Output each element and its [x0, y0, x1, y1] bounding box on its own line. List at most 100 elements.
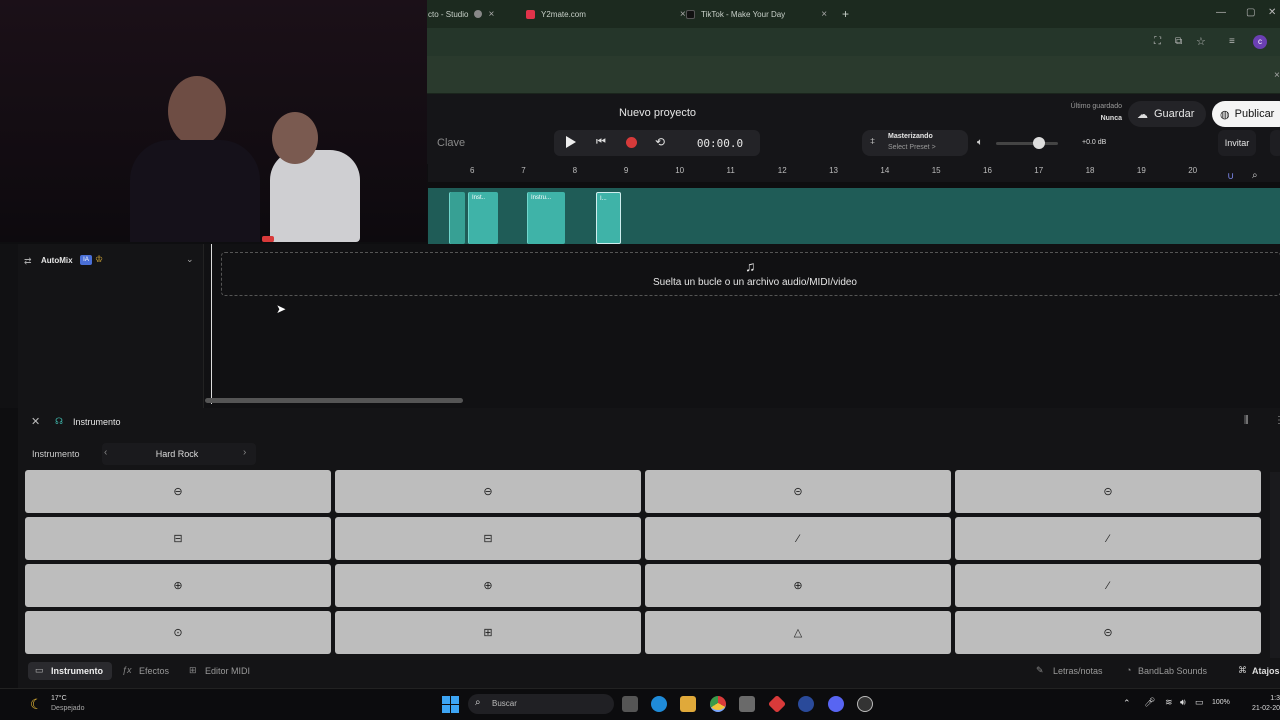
volume-slider[interactable] — [996, 142, 1058, 145]
clip-region[interactable] — [449, 192, 465, 244]
drum-pad[interactable]: ⊖ — [25, 470, 331, 513]
tab-efectos[interactable]: Efectos — [139, 666, 169, 676]
drum-pad[interactable]: ⊕ — [335, 564, 641, 607]
ruler-tick-label: 14 — [880, 166, 890, 175]
close-icon[interactable]: × — [488, 9, 494, 20]
tab-letras[interactable]: Letras/notas — [1053, 666, 1103, 676]
chevron-right-icon[interactable]: › — [243, 447, 246, 458]
ruler-tick-label: 10 — [675, 166, 685, 175]
invite-button[interactable]: Invitar — [1218, 130, 1256, 156]
app-icon[interactable] — [798, 696, 814, 712]
chevron-left-icon[interactable]: ‹ — [104, 447, 107, 458]
tab-atajos[interactable]: Atajos — [1252, 666, 1280, 676]
record-icon[interactable] — [626, 137, 637, 148]
zoom-icon[interactable]: ⌕ — [1252, 170, 1258, 181]
drum-pad[interactable]: ⁄ — [955, 564, 1261, 607]
chevron-up-icon[interactable]: ⌃ — [1123, 698, 1131, 709]
clip[interactable]: Inst.. — [468, 192, 498, 244]
drum-pad[interactable]: ⊕ — [25, 564, 331, 607]
piano-keys-icon[interactable]: ⫼ — [1244, 415, 1249, 426]
ruler-tick-label: 8 — [572, 166, 578, 175]
project-title[interactable]: Nuevo proyecto — [560, 107, 755, 119]
profile-avatar[interactable]: c — [1253, 35, 1267, 49]
discord-icon[interactable] — [828, 696, 844, 712]
drum-pad[interactable]: ⊕ — [645, 564, 951, 607]
drum-pad[interactable]: ⁄ — [645, 517, 951, 560]
mastering-preset: Select Preset > — [888, 144, 936, 151]
taskbar-search[interactable] — [468, 694, 614, 714]
tab-studio[interactable]: cto - Studio × — [428, 4, 494, 24]
skip-back-icon[interactable]: ⏮ — [596, 136, 606, 149]
side-scroll-panel[interactable] — [1270, 472, 1280, 660]
drum-pad[interactable]: ⊖ — [335, 470, 641, 513]
chrome-icon[interactable] — [710, 696, 726, 712]
close-icon[interactable]: × — [821, 9, 827, 20]
drum-pad[interactable]: ⊝ — [955, 470, 1261, 513]
drum-pad[interactable]: ⊝ — [645, 470, 951, 513]
speaker-icon[interactable]: 🔊︎ — [1180, 697, 1186, 708]
tab-bandlab-sounds[interactable]: BandLab Sounds — [1138, 666, 1207, 676]
drop-zone-text: Suelta un bucle o un archivo audio/MIDI/… — [652, 277, 857, 288]
tiktok-icon — [686, 9, 695, 19]
media-icon[interactable] — [474, 10, 483, 18]
clock-time[interactable]: 1:3 — [1244, 695, 1280, 702]
close-icon[interactable]: ✕ — [31, 415, 40, 428]
volume-icon[interactable]: 🔈︎ — [977, 137, 983, 148]
drum-pad[interactable]: ⊝ — [955, 611, 1261, 654]
cast-icon[interactable]: ⧉ — [1175, 36, 1182, 47]
stick-icon: ⁄ — [1107, 532, 1109, 545]
close-icon[interactable]: × — [1274, 70, 1280, 81]
drum-pad[interactable]: ⊞ — [335, 611, 641, 654]
tab-editor-midi[interactable]: Editor MIDI — [205, 666, 250, 676]
clip[interactable]: Instru... — [527, 192, 565, 244]
star-icon[interactable]: ☆ — [1196, 35, 1206, 48]
file-explorer-icon[interactable] — [680, 696, 696, 712]
drum-pad[interactable]: ⁄ — [955, 517, 1261, 560]
maximize-icon[interactable]: ▢ — [1246, 7, 1255, 18]
clock-date[interactable]: 21-02-20 — [1244, 705, 1280, 712]
notifications-button[interactable] — [1270, 130, 1280, 156]
clip-selected[interactable]: I... — [596, 192, 621, 244]
wifi-icon[interactable]: ≋ — [1165, 697, 1173, 708]
tab-tiktok[interactable]: TikTok - Make Your Day × — [686, 4, 827, 24]
drum-pad[interactable]: ⊙ — [25, 611, 331, 654]
edge-icon[interactable] — [651, 696, 667, 712]
minimize-icon[interactable]: — — [1216, 7, 1226, 18]
ruler-tick-label: 6 — [470, 166, 475, 175]
drum-icon: ⊝ — [1103, 627, 1113, 639]
horizontal-scrollbar[interactable] — [205, 398, 463, 403]
instrument-selector-label: Instrumento — [32, 449, 80, 459]
screenshot-icon[interactable]: ⛶ — [1154, 36, 1161, 47]
chevron-down-icon[interactable]: ⌄ — [186, 254, 194, 265]
microphone-icon[interactable]: 🎤︎ — [1144, 697, 1155, 708]
menu-list-icon[interactable]: ≡ — [1229, 36, 1235, 47]
tab-y2mate[interactable]: Y2mate.com × — [526, 4, 686, 24]
publish-button[interactable]: ◍ Publicar — [1212, 101, 1280, 127]
volume-slider-handle[interactable] — [1033, 137, 1045, 149]
key-button[interactable]: Clave — [437, 137, 465, 149]
play-icon[interactable] — [566, 136, 576, 148]
drum-pad[interactable]: ⊟ — [335, 517, 641, 560]
close-icon[interactable]: × — [680, 9, 686, 20]
ruler-tick-label: 16 — [983, 166, 992, 175]
ruler-tick-label: 18 — [1085, 166, 1095, 175]
battery-icon[interactable]: ▭ — [1195, 697, 1204, 708]
save-button[interactable]: ☁ Guardar — [1128, 101, 1206, 127]
close-window-icon[interactable]: ✕ — [1268, 7, 1276, 18]
new-tab-button[interactable]: + — [842, 4, 849, 24]
playhead[interactable] — [211, 244, 212, 404]
windows-start-icon[interactable] — [442, 696, 459, 713]
settings-gear-icon[interactable] — [857, 696, 873, 712]
magnet-icon[interactable]: ∪ — [1227, 171, 1234, 182]
task-view-icon[interactable] — [622, 696, 638, 712]
loop-icon[interactable]: ⟲ — [655, 135, 665, 149]
tom-icon: ⊟ — [483, 533, 493, 545]
store-icon[interactable] — [739, 696, 755, 712]
moon-weather-icon[interactable]: ☾ — [30, 696, 43, 713]
snare-icon: ⊖ — [483, 486, 493, 498]
timeline-ruler[interactable] — [428, 164, 1280, 182]
automix-label[interactable]: AutoMix — [41, 256, 73, 265]
more-icon[interactable]: ⋮ — [1274, 415, 1280, 426]
drum-pad[interactable]: ⊟ — [25, 517, 331, 560]
drum-pad[interactable]: △ — [645, 611, 951, 654]
